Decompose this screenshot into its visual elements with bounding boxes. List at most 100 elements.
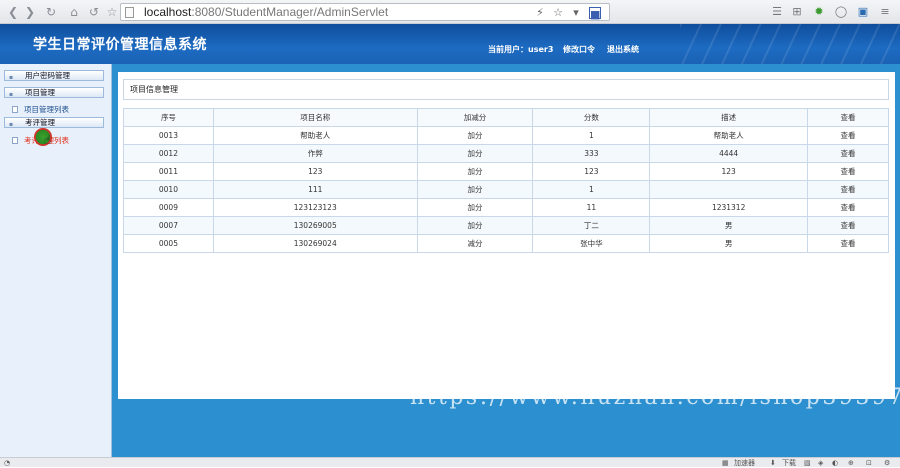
project-table: 序号 项目名称 加减分 分数 描述 查看 0013 帮助老人 加分 1 帮助老人… bbox=[123, 108, 889, 253]
cell-score: 11 bbox=[532, 198, 651, 217]
cell-score: 1 bbox=[532, 126, 651, 145]
address-bar[interactable]: localhost:8080/StudentManager/AdminServl… bbox=[120, 3, 610, 21]
hand-cursor-icon: ☝ bbox=[44, 133, 52, 147]
cell-desc: 1231312 bbox=[649, 198, 809, 217]
column-header: 项目名称 bbox=[212, 108, 418, 127]
cell-id: 0007 bbox=[123, 216, 214, 235]
view-link[interactable]: 查看 bbox=[807, 162, 889, 181]
sidebar-group-label: 考评管理 bbox=[25, 118, 55, 127]
table-header-row: 序号 项目名称 加减分 分数 描述 查看 bbox=[123, 108, 889, 127]
view-link[interactable]: 查看 bbox=[807, 198, 889, 217]
table-row: 0010 111 加分 1 查看 bbox=[123, 180, 889, 199]
cell-name: 帮助老人 bbox=[212, 126, 418, 145]
header-decoration bbox=[680, 24, 900, 64]
column-header: 描述 bbox=[649, 108, 809, 127]
sidebar-group-evaluation[interactable]: ▪ 考评管理 bbox=[4, 117, 104, 128]
star-icon[interactable]: ☆ bbox=[551, 6, 565, 20]
refresh-icon[interactable]: ↻ bbox=[43, 4, 59, 20]
view-link[interactable]: 查看 bbox=[807, 126, 889, 145]
browser-toolbar: ❮ ❯ ↻ ⌂ ↺ ☆ localhost:8080/StudentManage… bbox=[0, 0, 900, 24]
cell-name: 作弊 bbox=[212, 144, 418, 163]
url-text: localhost:8080/StudentManager/AdminServl… bbox=[144, 5, 389, 19]
watermark-text: https://www.huzhan.com/ishop39397 bbox=[410, 385, 900, 410]
cell-score: 123 bbox=[532, 162, 651, 181]
cell-type: 加分 bbox=[416, 126, 534, 145]
cell-desc bbox=[649, 180, 809, 199]
view-link[interactable]: 查看 bbox=[807, 144, 889, 163]
sidebar-item-project-list[interactable]: 项目管理列表 bbox=[12, 104, 69, 115]
column-header: 分数 bbox=[532, 108, 651, 127]
extension-icon[interactable]: ■ bbox=[589, 7, 601, 21]
sidebar-group-user-password[interactable]: ▪ 用户密码管理 bbox=[4, 70, 104, 81]
app-title: 学生日常评价管理信息系统 bbox=[33, 37, 207, 53]
grid-icon[interactable]: ⊞ bbox=[790, 5, 804, 19]
sidebar-group-label: 用户密码管理 bbox=[25, 71, 70, 80]
cell-name: 123 bbox=[212, 162, 418, 181]
status-bar: ◔ ▦ 加速器 ⬇ 下载 ▧ ◈ ◐ ⊕ ⊡ ⚙ bbox=[0, 457, 900, 467]
lightning-icon[interactable]: ⚡ bbox=[533, 6, 547, 20]
cell-name: 111 bbox=[212, 180, 418, 199]
bullet-icon: ▪ bbox=[9, 74, 14, 81]
table-row: 0005 130269024 减分 张中华 男 查看 bbox=[123, 234, 889, 253]
table-row: 0013 帮助老人 加分 1 帮助老人 查看 bbox=[123, 126, 889, 145]
cell-name: 123123123 bbox=[212, 198, 418, 217]
cell-desc: 男 bbox=[649, 216, 809, 235]
cell-id: 0013 bbox=[123, 126, 214, 145]
sidebar-item-label: 项目管理列表 bbox=[24, 105, 69, 114]
sidebar-group-label: 项目管理 bbox=[25, 88, 55, 97]
table-row: 0009 123123123 加分 11 1231312 查看 bbox=[123, 198, 889, 217]
sidebar-group-project[interactable]: ▪ 项目管理 bbox=[4, 87, 104, 98]
menu-icon[interactable]: ☰ bbox=[770, 5, 784, 19]
view-link[interactable]: 查看 bbox=[807, 216, 889, 235]
history-icon[interactable]: ↺ bbox=[86, 4, 102, 20]
cell-score: 1 bbox=[532, 180, 651, 199]
bullet-icon: ▪ bbox=[9, 121, 14, 128]
view-link[interactable]: 查看 bbox=[807, 234, 889, 253]
cell-desc: 123 bbox=[649, 162, 809, 181]
cell-id: 0010 bbox=[123, 180, 214, 199]
cell-type: 加分 bbox=[416, 162, 534, 181]
home-icon[interactable]: ⌂ bbox=[66, 4, 82, 20]
page-icon bbox=[125, 7, 134, 18]
column-header: 序号 bbox=[123, 108, 214, 127]
logout-link[interactable]: 退出系统 bbox=[607, 44, 639, 55]
cell-type: 加分 bbox=[416, 216, 534, 235]
window-icon[interactable]: ▣ bbox=[856, 5, 870, 19]
column-header: 加减分 bbox=[416, 108, 534, 127]
bullet-icon: ▪ bbox=[9, 91, 14, 98]
table-row: 0007 130269005 加分 丁二 男 查看 bbox=[123, 216, 889, 235]
cell-name: 130269005 bbox=[212, 216, 418, 235]
back-icon[interactable]: ❮ bbox=[5, 4, 21, 20]
cell-id: 0009 bbox=[123, 198, 214, 217]
cell-id: 0005 bbox=[123, 234, 214, 253]
document-icon bbox=[12, 137, 18, 144]
sidebar: ▪ 用户密码管理 ▪ 项目管理 项目管理列表 ▪ 考评管理 考评管理列表 ☝ bbox=[0, 64, 112, 457]
cell-desc: 4444 bbox=[649, 144, 809, 163]
cell-name: 130269024 bbox=[212, 234, 418, 253]
cell-type: 加分 bbox=[416, 198, 534, 217]
view-link[interactable]: 查看 bbox=[807, 180, 889, 199]
cell-desc: 帮助老人 bbox=[649, 126, 809, 145]
column-header: 查看 bbox=[807, 108, 889, 127]
cell-id: 0012 bbox=[123, 144, 214, 163]
content-panel: 项目信息管理 序号 项目名称 加减分 分数 描述 查看 0013 帮助老人 加分… bbox=[118, 72, 895, 399]
cell-type: 加分 bbox=[416, 180, 534, 199]
forward-icon[interactable]: ❯ bbox=[22, 4, 38, 20]
cell-type: 减分 bbox=[416, 234, 534, 253]
cell-score: 333 bbox=[532, 144, 651, 163]
panel-title: 项目信息管理 bbox=[123, 79, 889, 100]
table-row: 0011 123 加分 123 123 查看 bbox=[123, 162, 889, 181]
cell-id: 0011 bbox=[123, 162, 214, 181]
gear-icon[interactable]: ✹ bbox=[812, 5, 826, 19]
table-row: 0012 作弊 加分 333 4444 查看 bbox=[123, 144, 889, 163]
cell-desc: 男 bbox=[649, 234, 809, 253]
cell-type: 加分 bbox=[416, 144, 534, 163]
dropdown-icon[interactable]: ▾ bbox=[569, 6, 583, 20]
circle-icon[interactable]: ◯ bbox=[834, 5, 848, 19]
bookmark-home-icon[interactable]: ☆ bbox=[104, 4, 120, 20]
overflow-icon[interactable]: ≡ bbox=[878, 5, 892, 19]
cell-score: 张中华 bbox=[532, 234, 651, 253]
app-header: 学生日常评价管理信息系统 当前用户：user3 修改口令 退出系统 bbox=[0, 24, 900, 64]
current-user: 当前用户：user3 bbox=[488, 45, 554, 54]
change-password-link[interactable]: 修改口令 bbox=[563, 44, 595, 55]
